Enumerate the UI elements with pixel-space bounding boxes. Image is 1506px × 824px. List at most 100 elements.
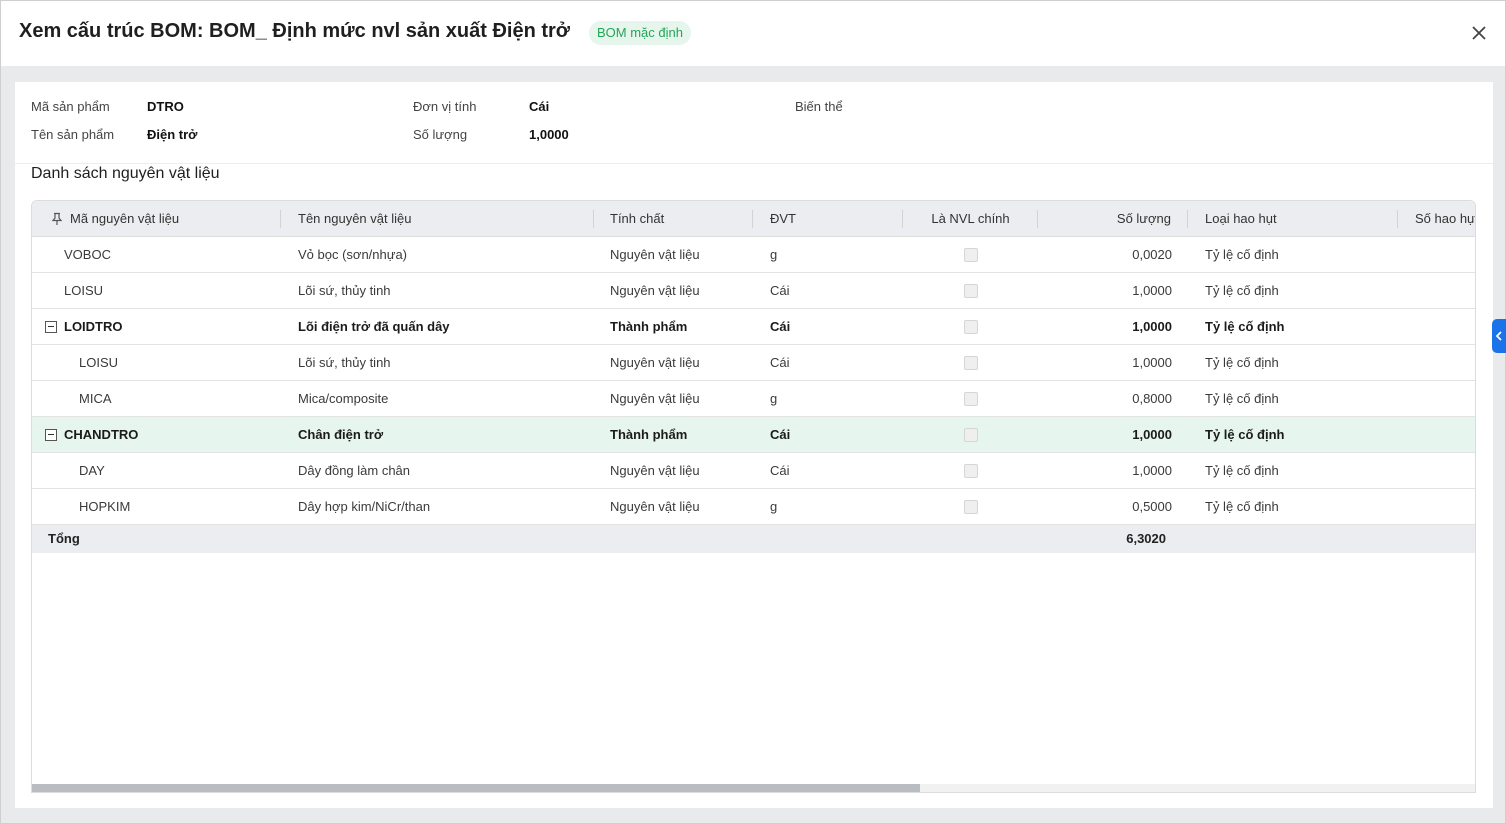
- material-loss-type: Tỷ lệ cố định: [1205, 463, 1279, 478]
- material-quantity: 1,0000: [1132, 427, 1172, 442]
- is-main-checkbox[interactable]: [964, 284, 978, 298]
- product-code-value: DTRO: [147, 99, 184, 114]
- material-nature: Nguyên vật liệu: [610, 391, 700, 406]
- table-row-group-selected[interactable]: CHANDTRO Chân điện trở Thành phẩm Cái 1,…: [32, 417, 1475, 453]
- column-header-loss-qty[interactable]: Số hao hụt: [1415, 201, 1475, 237]
- close-button[interactable]: [1467, 21, 1491, 45]
- is-main-checkbox[interactable]: [964, 320, 978, 334]
- column-separator[interactable]: [593, 210, 594, 228]
- material-quantity: 1,0000: [1132, 319, 1172, 334]
- material-loss-type: Tỷ lệ cố định: [1205, 499, 1279, 514]
- total-label: Tổng: [48, 531, 80, 546]
- material-unit: Cái: [770, 355, 790, 370]
- table-row[interactable]: VOBOC Vỏ bọc (sơn/nhựa) Nguyên vật liệu …: [32, 237, 1475, 273]
- material-quantity: 1,0000: [1132, 355, 1172, 370]
- quantity-value: 1,0000: [529, 127, 569, 142]
- column-separator[interactable]: [1397, 210, 1398, 228]
- column-separator[interactable]: [752, 210, 753, 228]
- scrollbar-thumb[interactable]: [32, 784, 920, 792]
- variant-label: Biến thể: [795, 99, 843, 114]
- material-loss-type: Tỷ lệ cố định: [1205, 391, 1279, 406]
- table-row[interactable]: HOPKIM Dây hợp kim/NiCr/than Nguyên vật …: [32, 489, 1475, 525]
- is-main-checkbox[interactable]: [964, 500, 978, 514]
- default-bom-badge: BOM mặc định: [589, 21, 691, 45]
- table-header: Mã nguyên vật liệu Tên nguyên vật liệu T…: [32, 201, 1475, 237]
- material-unit: g: [770, 247, 778, 262]
- material-nature: Nguyên vật liệu: [610, 283, 700, 298]
- material-code: LOISU: [64, 283, 104, 298]
- is-main-checkbox[interactable]: [964, 248, 978, 262]
- column-header-unit[interactable]: ĐVT: [770, 201, 890, 237]
- collapse-icon[interactable]: [45, 321, 57, 333]
- material-unit: Cái: [770, 319, 791, 334]
- unit-label: Đơn vị tính: [413, 99, 477, 114]
- is-main-checkbox[interactable]: [964, 428, 978, 442]
- column-header-loss-type[interactable]: Loại hao hụt: [1205, 201, 1385, 237]
- material-loss-type: Tỷ lệ cố định: [1205, 247, 1279, 262]
- material-unit: g: [770, 499, 778, 514]
- dialog-title: Xem cấu trúc BOM: BOM_ Định mức nvl sản …: [19, 20, 571, 42]
- material-code: LOIDTRO: [64, 319, 123, 334]
- material-name: Mica/composite: [298, 391, 389, 406]
- column-separator[interactable]: [280, 210, 281, 228]
- side-panel-toggle[interactable]: [1492, 319, 1506, 353]
- table-row-group[interactable]: LOIDTRO Lõi điện trở đã quấn dây Thành p…: [32, 309, 1475, 345]
- is-main-checkbox[interactable]: [964, 356, 978, 370]
- product-code-label: Mã sản phẩm: [31, 99, 110, 114]
- material-name: Chân điện trở: [298, 427, 384, 442]
- material-code: CHANDTRO: [64, 427, 139, 442]
- product-name-label: Tên sản phẩm: [31, 127, 115, 142]
- table-row[interactable]: DAY Dây đồng làm chân Nguyên vật liệu Cá…: [32, 453, 1475, 489]
- product-name-value: Điện trở: [147, 127, 198, 142]
- materials-section-title: Danh sách nguyên vật liệu: [31, 165, 220, 182]
- material-loss-type: Tỷ lệ cố định: [1205, 427, 1285, 442]
- material-name: Dây hợp kim/NiCr/than: [298, 499, 431, 514]
- table-row[interactable]: LOISU Lõi sứ, thủy tinh Nguyên vật liệu …: [32, 273, 1475, 309]
- table-row[interactable]: MICA Mica/composite Nguyên vật liệu g 0,…: [32, 381, 1475, 417]
- pin-icon[interactable]: [50, 212, 64, 226]
- bom-structure-dialog: Xem cấu trúc BOM: BOM_ Định mức nvl sản …: [0, 0, 1506, 824]
- material-nature: Thành phẩm: [610, 427, 688, 442]
- material-nature: Nguyên vật liệu: [610, 499, 700, 514]
- material-name: Vỏ bọc (sơn/nhựa): [298, 247, 408, 262]
- collapse-icon[interactable]: [45, 429, 57, 441]
- material-nature: Thành phẩm: [610, 319, 688, 334]
- material-loss-type: Tỷ lệ cố định: [1205, 319, 1285, 334]
- is-main-checkbox[interactable]: [964, 392, 978, 406]
- column-header-is-main[interactable]: Là NVL chính: [903, 201, 1038, 237]
- material-code: LOISU: [79, 355, 119, 370]
- chevron-left-icon: [1495, 331, 1502, 341]
- material-nature: Nguyên vật liệu: [610, 247, 700, 262]
- material-code: MICA: [79, 391, 112, 406]
- unit-value: Cái: [529, 99, 550, 114]
- material-quantity: 0,0020: [1132, 247, 1172, 262]
- material-unit: Cái: [770, 463, 790, 478]
- material-quantity: 0,8000: [1132, 391, 1172, 406]
- is-main-checkbox[interactable]: [964, 464, 978, 478]
- material-name: Lõi sứ, thủy tinh: [298, 355, 391, 370]
- dialog-body: Mã sản phẩm DTRO Tên sản phẩm Điện trở Đ…: [15, 82, 1493, 808]
- material-code: VOBOC: [64, 247, 111, 262]
- material-loss-type: Tỷ lệ cố định: [1205, 355, 1279, 370]
- material-nature: Nguyên vật liệu: [610, 355, 700, 370]
- column-header-quantity[interactable]: Số lượng: [1038, 201, 1171, 237]
- column-header-nature[interactable]: Tính chất: [610, 201, 750, 237]
- material-code: DAY: [79, 463, 105, 478]
- close-icon: [1472, 26, 1486, 40]
- column-header-name[interactable]: Tên nguyên vật liệu: [298, 201, 588, 237]
- quantity-label: Số lượng: [413, 127, 468, 142]
- material-name: Dây đồng làm chân: [298, 463, 411, 478]
- column-separator[interactable]: [1187, 210, 1188, 228]
- material-quantity: 1,0000: [1132, 283, 1172, 298]
- dialog-header: Xem cấu trúc BOM: BOM_ Định mức nvl sản …: [1, 1, 1505, 66]
- horizontal-scrollbar[interactable]: [32, 784, 1475, 792]
- table-row[interactable]: LOISU Lõi sứ, thủy tinh Nguyên vật liệu …: [32, 345, 1475, 381]
- material-unit: g: [770, 391, 778, 406]
- material-quantity: 1,0000: [1132, 463, 1172, 478]
- total-quantity: 6,3020: [1126, 531, 1166, 546]
- column-header-code[interactable]: Mã nguyên vật liệu: [70, 201, 270, 237]
- product-info: Mã sản phẩm DTRO Tên sản phẩm Điện trở Đ…: [15, 82, 1493, 164]
- materials-table: Mã nguyên vật liệu Tên nguyên vật liệu T…: [31, 200, 1476, 793]
- material-loss-type: Tỷ lệ cố định: [1205, 283, 1279, 298]
- material-unit: Cái: [770, 283, 790, 298]
